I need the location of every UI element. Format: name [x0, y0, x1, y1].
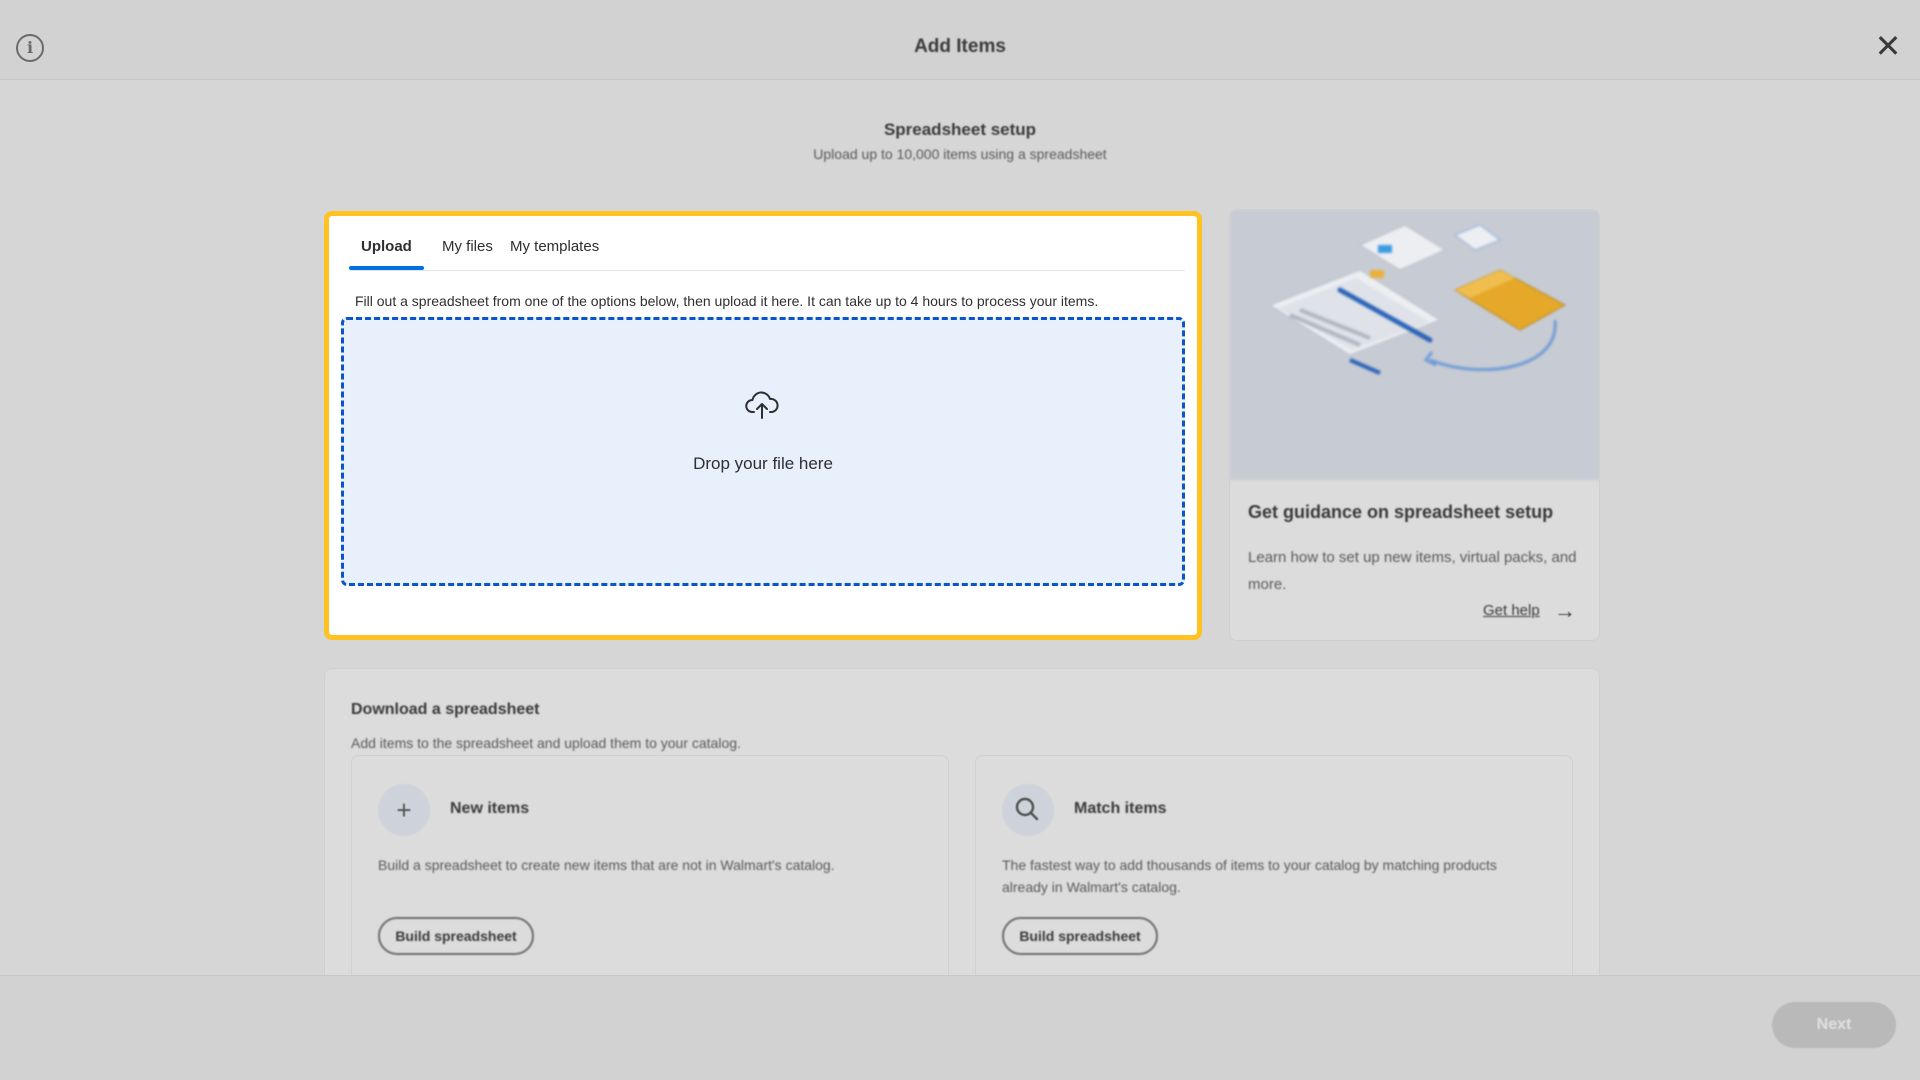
close-icon[interactable]: ✕ — [1872, 30, 1904, 62]
page-title: Spreadsheet setup — [883, 120, 1037, 139]
upload-card: Upload My files My templates Fill out a … — [324, 211, 1202, 640]
file-dropzone[interactable]: Drop your file here — [341, 317, 1185, 586]
option-title: New items — [450, 800, 530, 817]
active-tab-indicator — [349, 266, 424, 270]
build-spreadsheet-button[interactable]: Build spreadsheet — [1002, 917, 1158, 955]
new-items-card: + New items Build a spreadsheet to creat… — [351, 755, 949, 989]
dropzone-label: Drop your file here — [693, 454, 833, 473]
tab-my-files[interactable]: My files — [442, 238, 493, 255]
option-title: Match items — [1074, 800, 1167, 817]
build-spreadsheet-button[interactable]: Build spreadsheet — [378, 917, 534, 955]
guidance-title: Get guidance on spreadsheet setup — [1248, 502, 1554, 522]
download-subtitle: Add items to the spreadsheet and upload … — [351, 735, 741, 751]
page-subtitle: Upload up to 10,000 items using a spread… — [813, 146, 1107, 162]
cloud-upload-icon — [745, 391, 779, 419]
spreadsheet-illustration — [1230, 210, 1599, 480]
tab-my-templates[interactable]: My templates — [510, 238, 599, 255]
modal-header: i Add Items ✕ — [0, 0, 1920, 80]
option-description: Build a spreadsheet to create new items … — [378, 857, 835, 873]
modal-footer: Next — [0, 975, 1920, 1080]
option-description: The fastest way to add thousands of item… — [1002, 857, 1497, 895]
modal-title: Add Items — [914, 36, 1006, 57]
download-title: Download a spreadsheet — [351, 701, 540, 718]
arrow-right-icon[interactable]: → — [1554, 598, 1576, 624]
get-help-link[interactable]: Get help — [1483, 602, 1540, 619]
upload-tabs: Upload My files My templates — [349, 216, 1185, 271]
match-items-card: Match items The fastest way to add thous… — [975, 755, 1573, 989]
search-icon — [1002, 784, 1054, 836]
plus-icon: + — [378, 784, 430, 836]
search-icon-glyph — [1015, 797, 1039, 821]
tab-upload[interactable]: Upload — [361, 238, 412, 255]
guidance-text: Learn how to set up new items, virtual p… — [1248, 549, 1577, 593]
download-section: Download a spreadsheet Add items to the … — [324, 668, 1600, 989]
guidance-card: Get guidance on spreadsheet setup Learn … — [1229, 209, 1600, 641]
next-button[interactable]: Next — [1772, 1002, 1896, 1048]
upload-description: Fill out a spreadsheet from one of the o… — [355, 293, 1099, 309]
